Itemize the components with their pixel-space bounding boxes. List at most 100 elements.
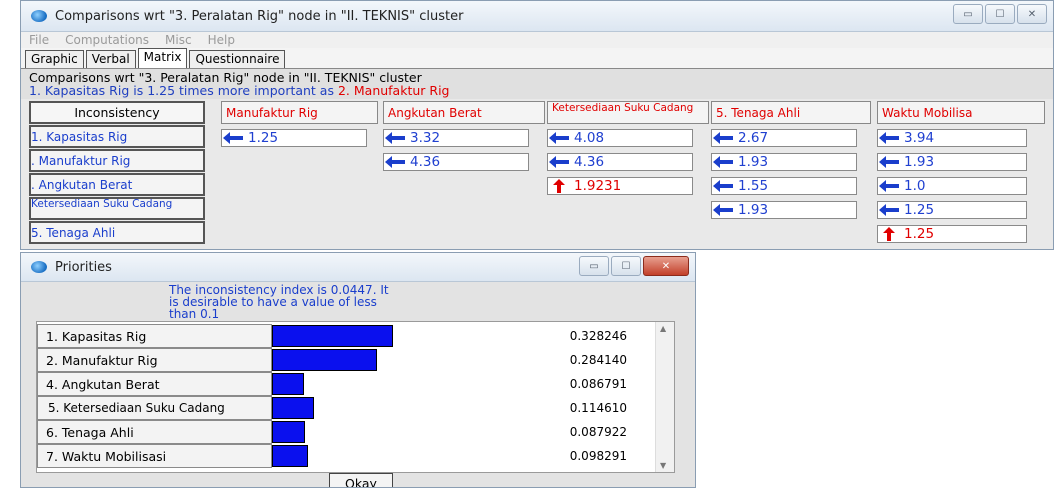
matrix-cell[interactable]: 4.08 — [547, 129, 693, 147]
matrix-cell[interactable]: 3.94 — [877, 129, 1027, 147]
priorities-window: Priorities ▭ ☐ ✕ The inconsistency index… — [20, 252, 696, 488]
priority-bar — [272, 397, 314, 419]
priority-row: 6. Tenaga Ahli 0.087922 — [37, 420, 657, 444]
matrix-cell-value: 3.94 — [904, 130, 935, 146]
menu-help[interactable]: Help — [208, 32, 235, 48]
matrix-cell[interactable]: 1.25 — [221, 129, 367, 147]
priority-bar — [272, 445, 308, 467]
row-header-angkutan-berat[interactable]: . Angkutan Berat — [29, 173, 205, 196]
left-arrow-icon[interactable] — [878, 155, 900, 169]
matrix-cell-value: 1.55 — [738, 178, 769, 194]
row-header-kapasitas-rig[interactable]: 1. Kapasitas Rig — [29, 125, 205, 148]
matrix-cell[interactable]: 4.36 — [547, 153, 693, 171]
matrix-cell[interactable]: 4.36 — [383, 153, 529, 171]
close-button[interactable]: ✕ — [1017, 4, 1047, 24]
comparison-header: Comparisons wrt "3. Peralatan Rig" node … — [21, 69, 1053, 99]
left-arrow-icon[interactable] — [878, 203, 900, 217]
header-phrase: is 1.25 times more important as — [129, 83, 338, 98]
priority-label: 5. Ketersediaan Suku Cadang — [37, 396, 272, 420]
priority-value: 0.114610 — [569, 401, 627, 415]
maximize-button[interactable]: ☐ — [985, 4, 1015, 24]
matrix-cell[interactable]: 3.32 — [383, 129, 529, 147]
column-header-ketersediaan-suku-cadang[interactable]: Ketersediaan Suku Cadang — [547, 101, 709, 124]
matrix-cell[interactable]: 1.25 — [877, 201, 1027, 219]
matrix-cell[interactable]: 1.25 — [877, 225, 1027, 243]
matrix-cell-value: 1.25 — [248, 130, 279, 146]
row-header-ketersediaan-suku-cadang[interactable]: Ketersediaan Suku Cadang — [29, 197, 205, 220]
menu-file[interactable]: File — [29, 32, 49, 48]
left-arrow-icon[interactable] — [548, 131, 570, 145]
left-arrow-icon[interactable] — [222, 131, 244, 145]
scroll-down-icon[interactable]: ▼ — [660, 461, 666, 470]
close-button[interactable]: ✕ — [643, 256, 689, 276]
comparisons-window: Comparisons wrt "3. Peralatan Rig" node … — [20, 0, 1054, 250]
priority-row: 5. Ketersediaan Suku Cadang 0.114610 — [37, 396, 657, 420]
up-arrow-icon[interactable] — [878, 227, 900, 241]
left-arrow-icon[interactable] — [712, 179, 734, 193]
comparison-header-line2: 1. Kapasitas Rig is 1.25 times more impo… — [29, 84, 1045, 97]
tab-verbal[interactable]: Verbal — [85, 50, 136, 68]
left-arrow-icon[interactable] — [712, 203, 734, 217]
priority-bar — [272, 349, 377, 371]
row-header-tenaga-ahli[interactable]: 5. Tenaga Ahli — [29, 221, 205, 244]
priority-bar — [272, 325, 393, 347]
priority-bar — [272, 373, 304, 395]
row-header-manufaktur-rig[interactable]: . Manufaktur Rig — [29, 149, 205, 172]
inconsistency-message: The inconsistency index is 0.0447. It is… — [169, 283, 389, 321]
inconsistency-button[interactable]: Inconsistency — [29, 101, 205, 124]
minimize-button[interactable]: ▭ — [953, 4, 983, 24]
left-arrow-icon[interactable] — [878, 131, 900, 145]
matrix-cell-value: 1.93 — [904, 154, 935, 170]
priority-label: 1. Kapasitas Rig — [37, 324, 272, 348]
tab-bar: Graphic Verbal Matrix Questionnaire — [21, 48, 1053, 69]
minimize-button[interactable]: ▭ — [579, 256, 609, 276]
matrix-cell-value: 2.67 — [738, 130, 769, 146]
matrix-cell-value: 1.25 — [904, 202, 935, 218]
title-bar[interactable]: Comparisons wrt "3. Peralatan Rig" node … — [21, 1, 1053, 32]
header-element-b: 2. Manufaktur Rig — [337, 83, 450, 98]
maximize-button[interactable]: ☐ — [611, 256, 641, 276]
tab-questionnaire[interactable]: Questionnaire — [189, 50, 286, 68]
matrix-cell-value: 4.36 — [574, 154, 605, 170]
column-header-waktu-mobilisasi[interactable]: Waktu Mobilisa — [877, 101, 1045, 124]
column-header-tenaga-ahli[interactable]: 5. Tenaga Ahli — [711, 101, 871, 124]
matrix-cell[interactable]: 1.55 — [711, 177, 857, 195]
priority-label: 7. Waktu Mobilisasi — [37, 444, 272, 468]
matrix-cell-value: 1.93 — [738, 202, 769, 218]
left-arrow-icon[interactable] — [878, 179, 900, 193]
app-icon — [31, 261, 47, 273]
priority-label: 4. Angkutan Berat — [37, 372, 272, 396]
priority-value: 0.284140 — [569, 353, 627, 367]
left-arrow-icon[interactable] — [712, 131, 734, 145]
matrix-cell-value: 1.0 — [904, 178, 926, 194]
matrix-cell[interactable]: 1.93 — [711, 201, 857, 219]
matrix-cell[interactable]: 1.93 — [711, 153, 857, 171]
priorities-title: Priorities — [55, 259, 112, 275]
left-arrow-icon[interactable] — [548, 155, 570, 169]
matrix-cell[interactable]: 1.0 — [877, 177, 1027, 195]
window-title: Comparisons wrt "3. Peralatan Rig" node … — [55, 8, 464, 24]
matrix-cell-value: 4.36 — [410, 154, 441, 170]
left-arrow-icon[interactable] — [384, 155, 406, 169]
column-header-manufaktur-rig[interactable]: Manufaktur Rig — [221, 101, 378, 124]
matrix-cell[interactable]: 2.67 — [711, 129, 857, 147]
priority-value: 0.098291 — [569, 449, 627, 463]
left-arrow-icon[interactable] — [384, 131, 406, 145]
okay-button[interactable]: Okay — [329, 473, 393, 487]
tab-graphic[interactable]: Graphic — [25, 50, 84, 68]
menu-misc[interactable]: Misc — [165, 32, 192, 48]
matrix-cell[interactable]: 1.9231 — [547, 177, 693, 195]
matrix-cell-value: 1.93 — [738, 154, 769, 170]
priority-row: 7. Waktu Mobilisasi 0.098291 — [37, 444, 657, 468]
menu-computations[interactable]: Computations — [65, 32, 149, 48]
vertical-scrollbar[interactable]: ▲ ▼ — [655, 322, 674, 472]
comparison-matrix: Inconsistency Manufaktur Rig Angkutan Be… — [21, 99, 1053, 246]
left-arrow-icon[interactable] — [712, 155, 734, 169]
priorities-title-bar[interactable]: Priorities ▭ ☐ ✕ — [21, 253, 695, 282]
up-arrow-icon[interactable] — [548, 179, 570, 193]
scroll-up-icon[interactable]: ▲ — [660, 324, 666, 333]
matrix-cell-value: 1.9231 — [574, 178, 622, 194]
matrix-cell[interactable]: 1.93 — [877, 153, 1027, 171]
column-header-angkutan-berat[interactable]: Angkutan Berat — [383, 101, 545, 124]
tab-matrix[interactable]: Matrix — [137, 48, 188, 68]
